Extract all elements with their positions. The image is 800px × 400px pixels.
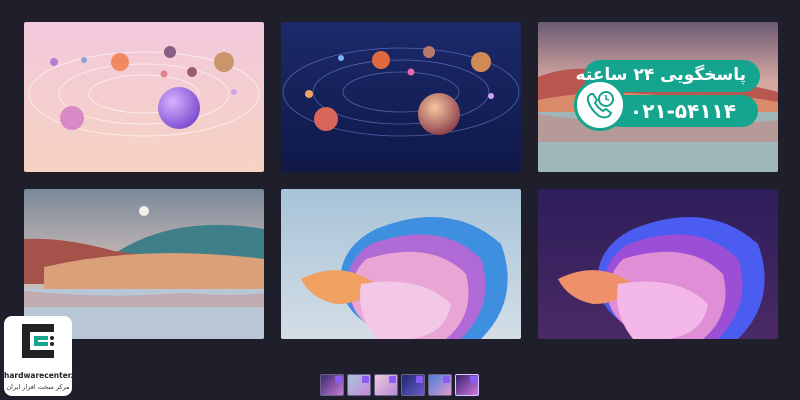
wallpaper-tile-bloom-dark[interactable]	[538, 189, 778, 339]
checkmark-icon	[335, 376, 342, 383]
checkmark-icon	[470, 376, 477, 383]
thumbnail-solar-light[interactable]	[374, 374, 398, 396]
bloom-light-image	[281, 189, 521, 339]
checkmark-icon	[416, 376, 423, 383]
checkmark-icon	[389, 376, 396, 383]
phone-clock-icon	[574, 79, 626, 131]
solar-light-image	[24, 22, 264, 172]
phone-number-badge[interactable]: ۰۲۱-۵۴۱۱۴	[604, 95, 758, 127]
phone-number[interactable]: ۰۲۱-۵۴۱۱۴	[630, 98, 736, 124]
checkmark-icon	[443, 376, 450, 383]
thumbnail-solar-dark[interactable]	[401, 374, 425, 396]
bloom-dark-image	[538, 189, 778, 339]
logo-url: hardwarecenter.ir	[4, 371, 80, 380]
thumbnail-bloom-purple[interactable]	[455, 374, 479, 396]
solar-dark-image	[281, 22, 521, 172]
wallpaper-tile-bloom-light[interactable]	[281, 189, 521, 339]
thumbnail-bloom-dark[interactable]	[320, 374, 344, 396]
support-badge: پاسخگویی ۲۴ ساعته ۰۲۱-۵۴۱۱۴	[574, 57, 762, 137]
wallpaper-tile-solar-light[interactable]	[24, 22, 264, 172]
circuit-logo-icon	[22, 324, 54, 358]
checkmark-icon	[362, 376, 369, 383]
hardwarecenter-logo[interactable]: hardwarecenter.ir مرکز سخت افزار ایران	[4, 316, 80, 396]
thumbnail-bloom-light[interactable]	[347, 374, 371, 396]
thumbnail-bloom-blue[interactable]	[428, 374, 452, 396]
logo-subtitle: مرکز سخت افزار ایران	[6, 383, 70, 391]
thumbnail-strip	[320, 374, 479, 396]
wallpaper-tile-solar-dark[interactable]	[281, 22, 521, 172]
